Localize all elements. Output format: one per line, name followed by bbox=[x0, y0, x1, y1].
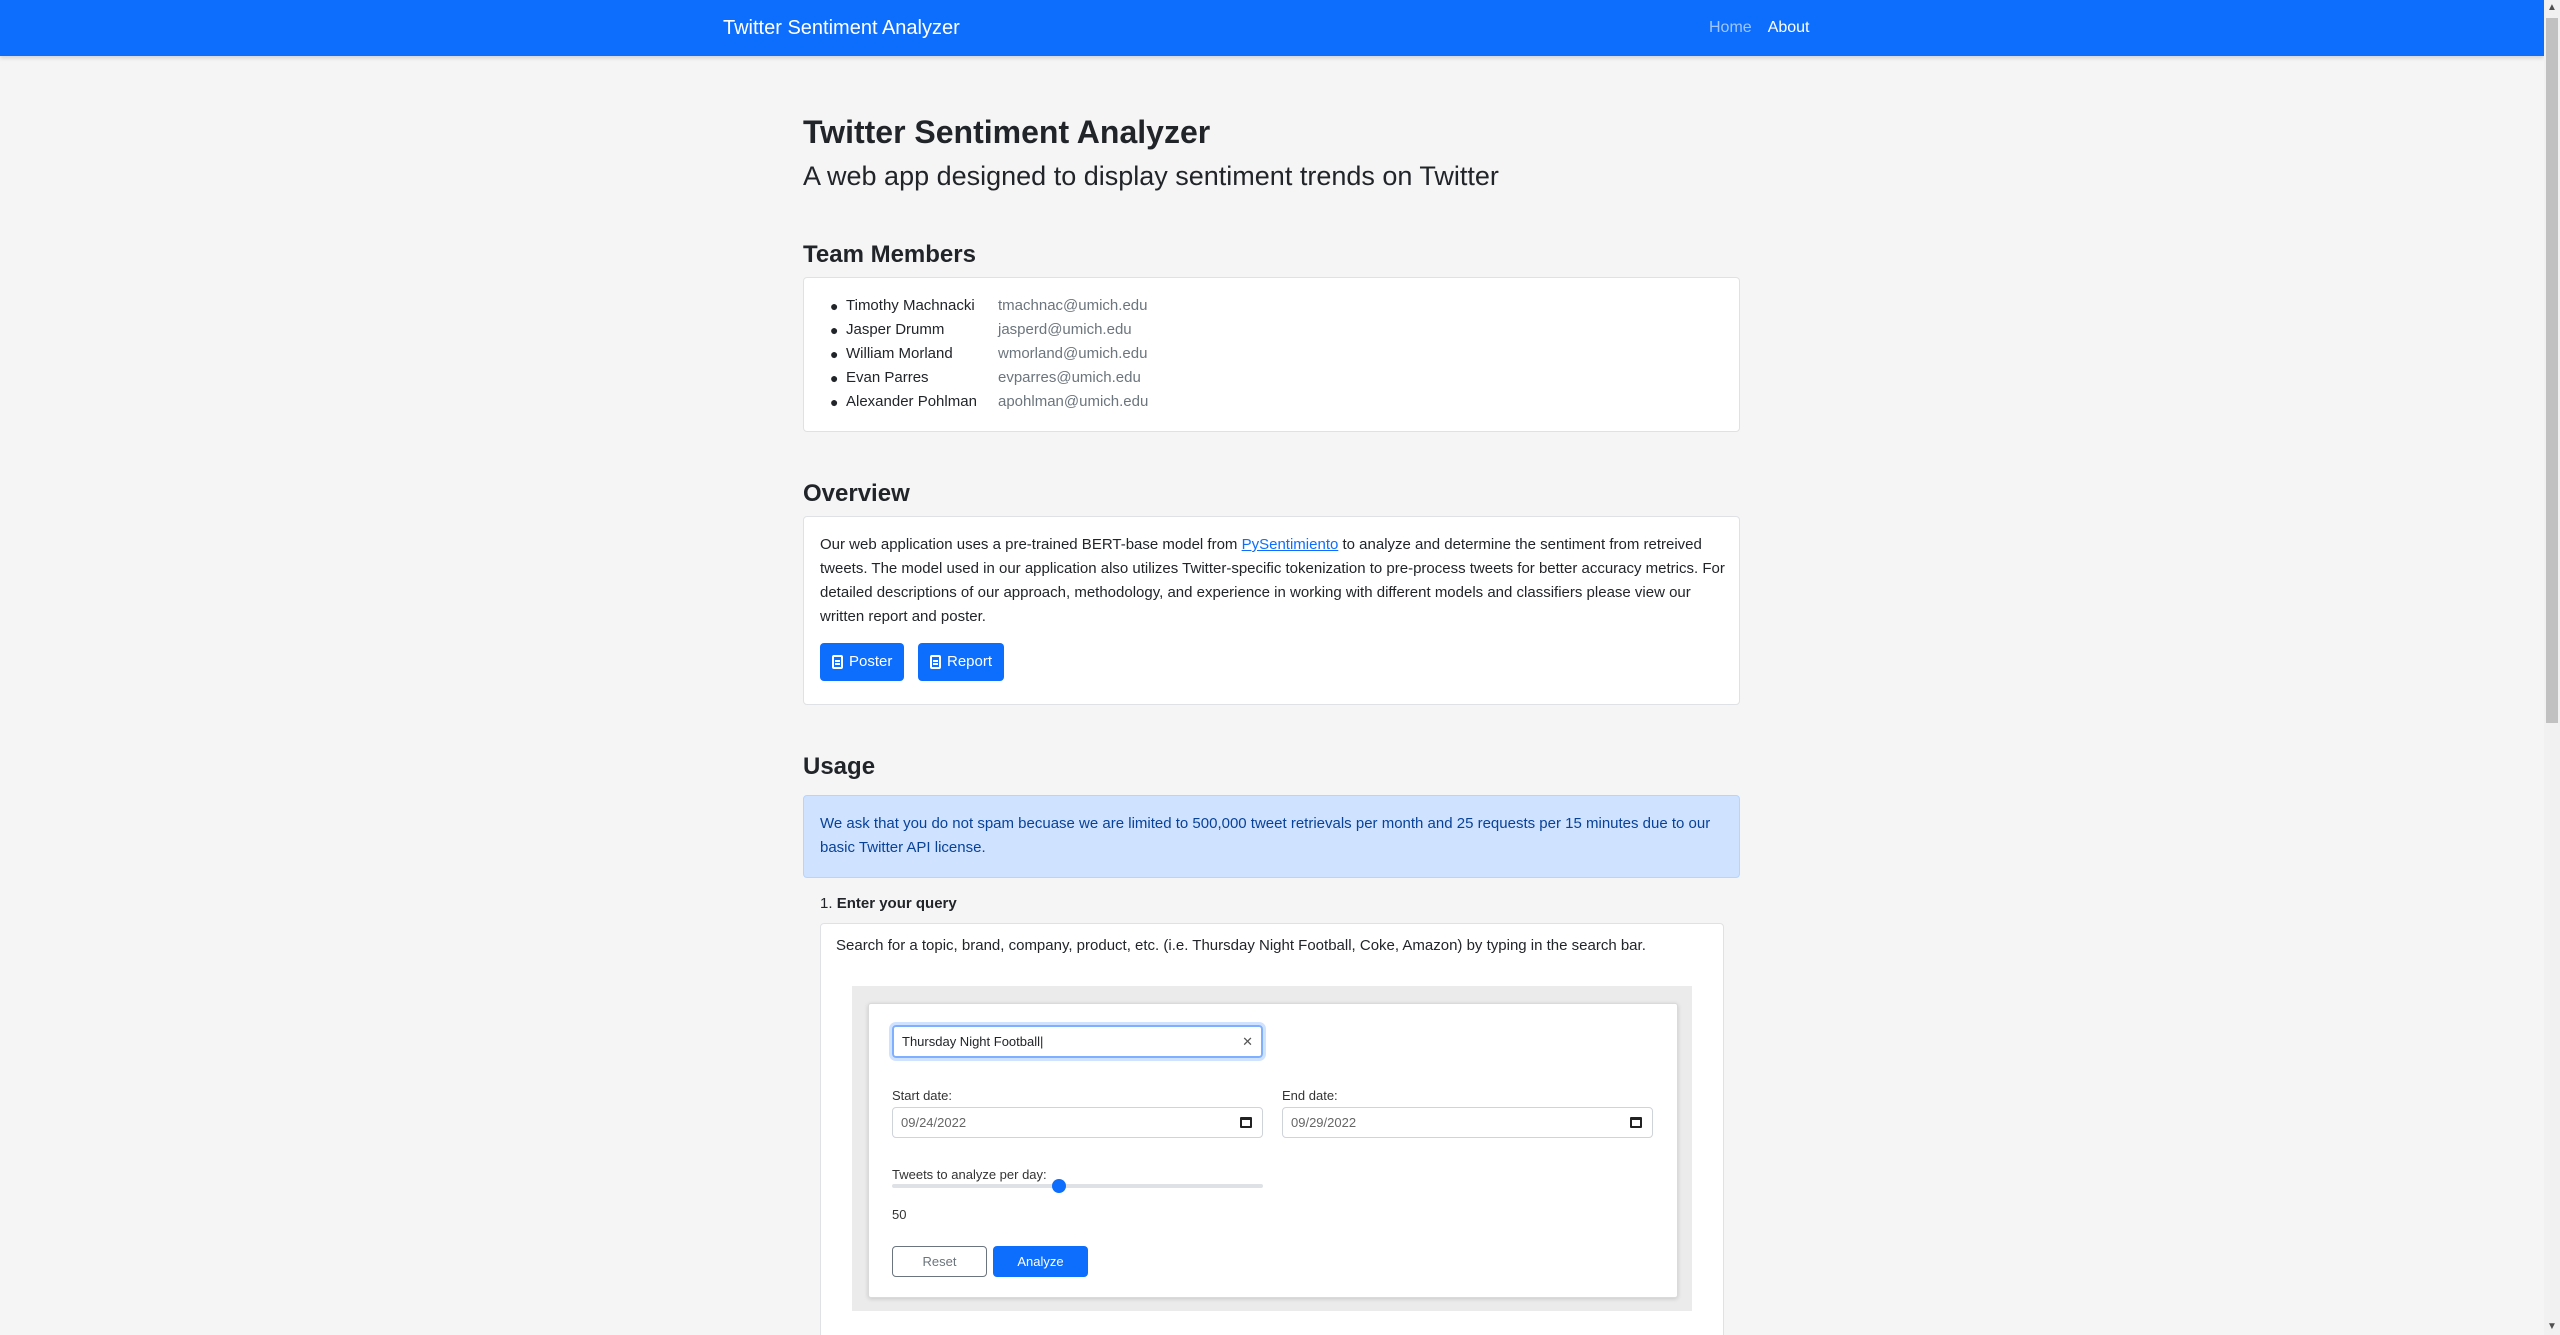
query-value: Thursday Night Football bbox=[902, 1034, 1041, 1049]
bullet-icon: ● bbox=[830, 322, 839, 338]
start-date-label: Start date: bbox=[892, 1088, 952, 1103]
team-members-list: ● Timothy Machnacki tmachnac@umich.edu ●… bbox=[828, 294, 1148, 414]
calendar-icon[interactable] bbox=[1240, 1117, 1252, 1128]
overview-text: Our web application uses a pre-trained B… bbox=[820, 533, 1725, 629]
report-button-label: Report bbox=[947, 653, 993, 670]
usage-heading: Usage bbox=[803, 753, 876, 780]
start-date-input[interactable]: 09/24/2022 bbox=[892, 1107, 1263, 1138]
team-member-item: ● Evan Parres evparres@umich.edu bbox=[828, 366, 1148, 390]
team-member-item: ● Alexander Pohlman apohlman@umich.edu bbox=[828, 390, 1148, 414]
member-name: William Morland bbox=[846, 345, 953, 362]
report-button[interactable]: Report bbox=[918, 643, 1005, 681]
member-email: tmachnac@umich.edu bbox=[998, 297, 1148, 314]
tweets-per-day-slider[interactable] bbox=[892, 1179, 1263, 1193]
overview-card: Our web application uses a pre-trained B… bbox=[803, 516, 1740, 705]
usage-alert: We ask that you do not spam becuase we a… bbox=[803, 795, 1740, 878]
member-name: Alexander Pohlman bbox=[846, 393, 977, 410]
demo-search-form: Thursday Night Football| ✕ Start date: 0… bbox=[868, 1003, 1678, 1298]
slider-thumb[interactable] bbox=[1051, 1179, 1066, 1193]
navbar: Twitter Sentiment Analyzer Home About bbox=[0, 0, 2544, 56]
file-icon bbox=[832, 655, 843, 669]
overview-heading: Overview bbox=[803, 480, 910, 507]
clear-icon[interactable]: ✕ bbox=[1242, 1027, 1253, 1056]
member-email: apohlman@umich.edu bbox=[998, 393, 1149, 410]
start-date-value: 09/24/2022 bbox=[901, 1115, 967, 1130]
poster-button-label: Poster bbox=[849, 653, 893, 670]
bullet-icon: ● bbox=[830, 394, 839, 410]
calendar-icon[interactable] bbox=[1630, 1117, 1642, 1128]
step-1-label: 1. Enter your query bbox=[820, 894, 957, 914]
bullet-icon: ● bbox=[830, 298, 839, 314]
member-email: wmorland@umich.edu bbox=[998, 345, 1148, 362]
reset-button[interactable]: Reset bbox=[892, 1246, 987, 1277]
tweets-per-day-label: Tweets to analyze per day: bbox=[892, 1167, 1047, 1182]
member-email: evparres@umich.edu bbox=[998, 369, 1141, 386]
scroll-down-arrow-icon[interactable]: ▼ bbox=[2544, 1319, 2560, 1335]
bullet-icon: ● bbox=[830, 370, 839, 386]
nav-links: Home About bbox=[1709, 18, 1810, 38]
step-1-text: Search for a topic, brand, company, prod… bbox=[836, 937, 1646, 954]
team-member-item: ● Timothy Machnacki tmachnac@umich.edu bbox=[828, 294, 1148, 318]
bullet-icon: ● bbox=[830, 346, 839, 362]
team-members-card: ● Timothy Machnacki tmachnac@umich.edu ●… bbox=[803, 277, 1740, 432]
text-cursor: | bbox=[1040, 1034, 1044, 1049]
step-title: Enter your query bbox=[836, 895, 957, 912]
end-date-label: End date: bbox=[1282, 1088, 1338, 1103]
page-subtitle: A web app designed to display sentiment … bbox=[803, 161, 1499, 191]
nav-link-about[interactable]: About bbox=[1768, 18, 1810, 38]
team-member-item: ● Jasper Drumm jasperd@umich.edu bbox=[828, 318, 1148, 342]
file-icon bbox=[930, 655, 941, 669]
poster-button[interactable]: Poster bbox=[820, 643, 905, 681]
usage-alert-text: We ask that you do not spam becuase we a… bbox=[820, 815, 1711, 856]
member-name: Jasper Drumm bbox=[846, 321, 945, 338]
step-1-card: Search for a topic, brand, company, prod… bbox=[820, 923, 1724, 1335]
step-number: 1. bbox=[820, 895, 833, 912]
query-input[interactable]: Thursday Night Football| ✕ bbox=[892, 1025, 1263, 1058]
scroll-up-arrow-icon[interactable]: ▲ bbox=[2544, 0, 2560, 16]
member-email: jasperd@umich.edu bbox=[998, 321, 1132, 338]
navbar-brand[interactable]: Twitter Sentiment Analyzer bbox=[723, 16, 960, 40]
nav-link-home[interactable]: Home bbox=[1709, 18, 1752, 38]
overview-text-part: Our web application uses a pre-trained B… bbox=[820, 536, 1242, 553]
scrollbar-thumb[interactable] bbox=[2546, 18, 2558, 723]
team-member-item: ● William Morland wmorland@umich.edu bbox=[828, 342, 1148, 366]
pysentimiento-link[interactable]: PySentimiento bbox=[1242, 536, 1339, 553]
member-name: Timothy Machnacki bbox=[846, 297, 975, 314]
analyze-button[interactable]: Analyze bbox=[993, 1246, 1088, 1277]
vertical-scrollbar[interactable]: ▲ ▼ bbox=[2544, 0, 2560, 1335]
tweets-per-day-value: 50 bbox=[892, 1207, 907, 1222]
end-date-input[interactable]: 09/29/2022 bbox=[1282, 1107, 1653, 1138]
end-date-value: 09/29/2022 bbox=[1291, 1115, 1357, 1130]
page-title: Twitter Sentiment Analyzer bbox=[803, 114, 1211, 150]
member-name: Evan Parres bbox=[846, 369, 929, 386]
team-members-heading: Team Members bbox=[803, 241, 976, 268]
